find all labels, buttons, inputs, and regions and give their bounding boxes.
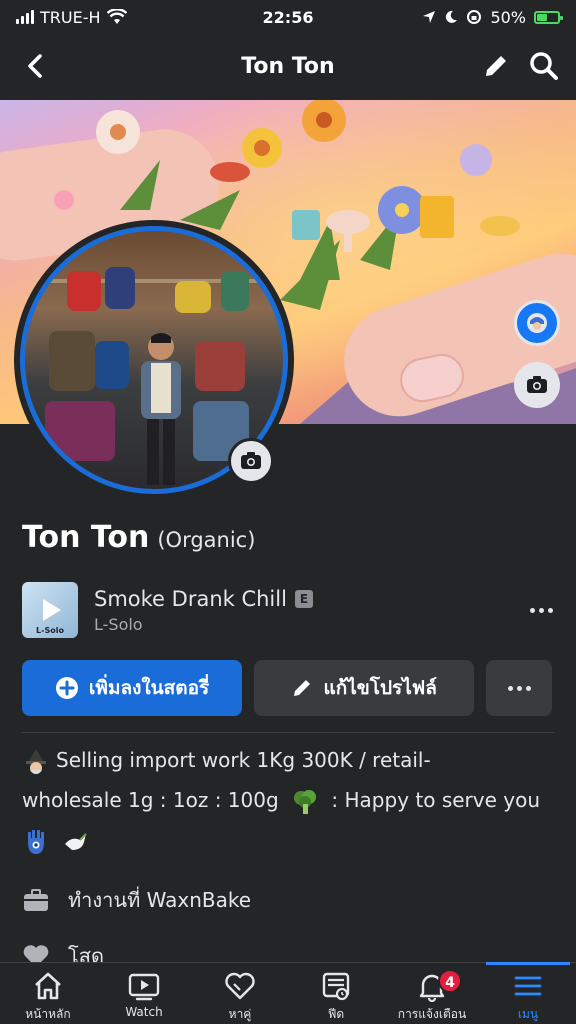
bottom-tab-bar: หน้าหลัก Watch หาคู่ ฟีด 4 การแจ้งเตือน … — [0, 962, 576, 1024]
search-icon — [530, 52, 558, 80]
camera-icon — [527, 376, 547, 393]
dove-emoji-icon — [65, 832, 88, 850]
bio-line-2-end: : Happy to serve you — [331, 788, 541, 812]
hamsa-emoji-icon — [28, 829, 44, 854]
signal-icon — [16, 10, 34, 24]
carrier-label: TRUE-H — [40, 7, 101, 27]
tab-notifications[interactable]: 4 การแจ้งเตือน — [384, 963, 480, 1024]
tab-watch[interactable]: Watch — [96, 963, 192, 1024]
plus-circle-icon — [55, 677, 78, 699]
tab-dating-label: หาคู่ — [228, 1007, 252, 1021]
page-title: Ton Ton — [241, 53, 335, 79]
briefcase-icon — [24, 889, 48, 911]
album-art-caption: L-Solo — [36, 626, 64, 635]
edit-button[interactable] — [478, 48, 514, 84]
dating-icon — [225, 972, 255, 1000]
more-dots-icon — [507, 685, 531, 691]
profile-actions: เพิ่มลงในสตอรี่ แก้ไขโปรไฟล์ — [22, 660, 552, 716]
person-figure — [141, 333, 181, 485]
tab-feed[interactable]: ฟีด — [288, 963, 384, 1024]
battery-icon — [534, 10, 563, 24]
moon-icon — [446, 10, 458, 23]
status-bar: TRUE-H 22:56 50% — [0, 0, 576, 34]
cover-camera-button[interactable] — [514, 362, 560, 408]
camera-icon — [241, 452, 261, 469]
album-art[interactable]: L-Solo — [22, 582, 78, 638]
chevron-left-icon — [28, 54, 42, 78]
feed-icon — [322, 972, 350, 1001]
menu-icon — [514, 976, 542, 996]
home-icon — [35, 972, 61, 1000]
notification-badge: 4 — [438, 969, 462, 993]
song-title: Smoke Drank Chill — [94, 586, 287, 611]
tab-menu-label: เมนู — [517, 1007, 539, 1021]
bio-line-1: Selling import work 1Kg 300K / retail- — [56, 748, 431, 772]
tab-feed-label: ฟีด — [327, 1007, 345, 1021]
avatar-face-icon — [527, 313, 547, 333]
detail-work-label: ทำงานที่ WaxnBake — [68, 888, 252, 912]
explicit-badge: E — [294, 589, 313, 608]
rotation-lock-icon — [467, 10, 482, 24]
profile-name: Ton Ton — [22, 520, 150, 555]
tab-home[interactable]: หน้าหลัก — [0, 963, 96, 1024]
profile-alternate-name: (Organic) — [157, 528, 256, 552]
profile-camera-button[interactable] — [228, 438, 274, 484]
profile-more-button[interactable] — [486, 660, 552, 716]
edit-profile-button[interactable]: แก้ไขโปรไฟล์ — [254, 660, 475, 716]
search-button[interactable] — [526, 48, 562, 84]
dot-icon — [529, 607, 535, 613]
location-arrow-icon — [423, 11, 436, 23]
tab-menu[interactable]: เมนู — [480, 962, 576, 1024]
broccoli-emoji-icon — [294, 789, 317, 814]
add-to-story-button[interactable]: เพิ่มลงในสตอรี่ — [22, 660, 243, 716]
top-navigation-bar: Ton Ton — [0, 34, 576, 98]
avatar-switch-button[interactable] — [514, 300, 560, 346]
profile-bio: Selling import work 1Kg 300K / retail- w… — [22, 740, 556, 860]
dot-icon — [538, 607, 544, 613]
play-icon — [43, 599, 61, 621]
clock: 22:56 — [262, 7, 314, 27]
profile-music-row[interactable]: L-Solo Smoke Drank Chill E L-Solo — [22, 580, 556, 640]
tab-dating[interactable]: หาคู่ — [192, 963, 288, 1024]
tab-watch-label: Watch — [125, 1005, 163, 1019]
detail-work: ทำงานที่ WaxnBake — [22, 884, 251, 916]
back-button[interactable] — [18, 48, 54, 84]
profile-name-row: Ton Ton (Organic) — [22, 520, 255, 555]
pencil-icon — [294, 680, 311, 696]
battery-percent: 50% — [490, 7, 526, 27]
pencil-icon — [486, 53, 509, 76]
wizard-emoji-icon — [26, 748, 46, 774]
section-divider — [22, 732, 554, 733]
tab-home-label: หน้าหลัก — [25, 1007, 71, 1021]
add-to-story-label: เพิ่มลงในสตอรี่ — [88, 677, 210, 699]
song-artist: L-Solo — [94, 614, 143, 634]
music-more-button[interactable] — [526, 607, 556, 613]
tab-notifications-label: การแจ้งเตือน — [397, 1007, 467, 1021]
wifi-icon — [106, 9, 127, 24]
watch-icon — [128, 973, 160, 1001]
dot-icon — [547, 607, 553, 613]
edit-profile-label: แก้ไขโปรไฟล์ — [323, 677, 437, 699]
bio-line-2-start: wholesale 1g : 1oz : 100g — [22, 788, 279, 812]
